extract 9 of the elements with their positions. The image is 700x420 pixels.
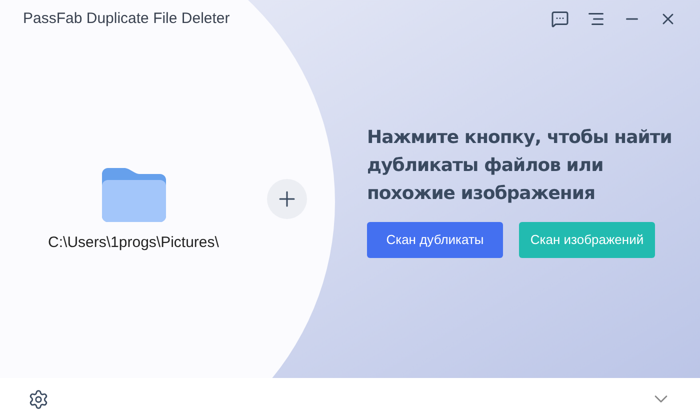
window-title: PassFab Duplicate File Deleter	[23, 8, 230, 29]
feedback-icon[interactable]	[551, 10, 569, 28]
instruction-text: Нажмите кнопку, чтобы найти дубликаты файлов или похожие изображения	[367, 126, 673, 206]
settings-icon[interactable]	[28, 388, 49, 410]
scan-button[interactable]: Скан дубликаты	[367, 222, 503, 258]
menu-icon[interactable]	[587, 10, 605, 28]
scan-button[interactable]: Скан изображений	[519, 222, 655, 258]
folder-icon	[102, 168, 166, 222]
folder-path: C:\Users\1progs\Pictures\	[48, 233, 219, 253]
